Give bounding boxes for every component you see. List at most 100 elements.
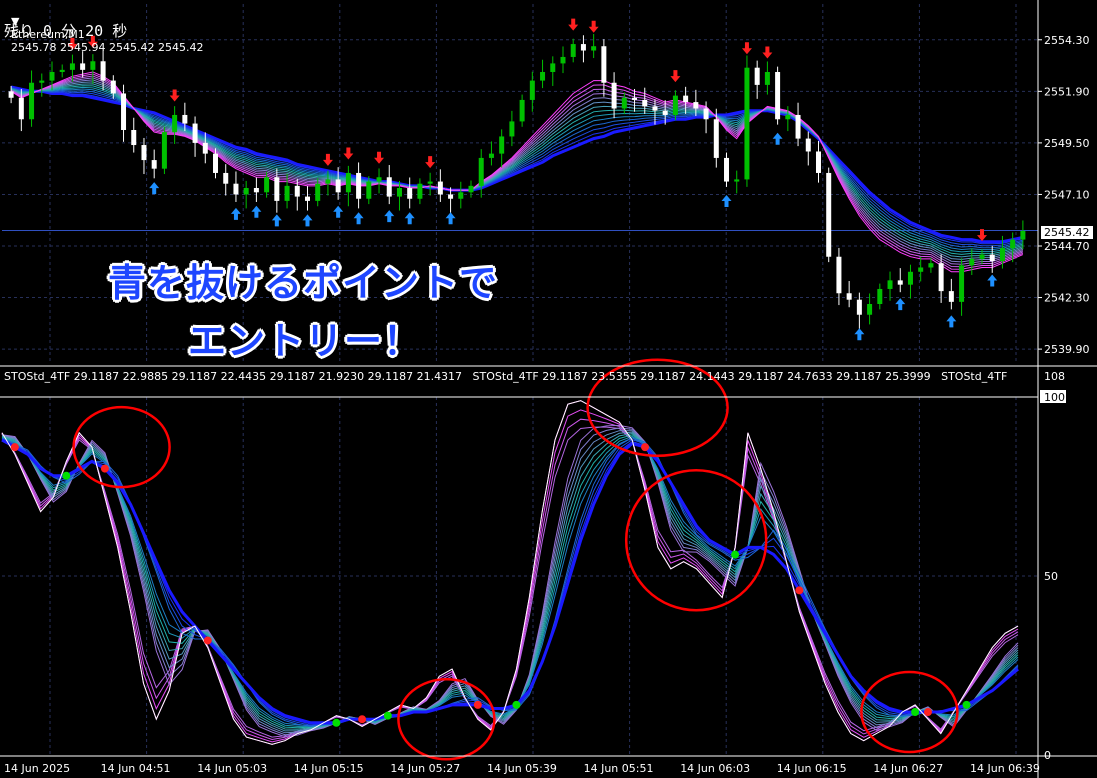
current-price-tag: 2545.42 xyxy=(1041,226,1093,239)
candle-body xyxy=(49,72,55,81)
sell-arrow-icon xyxy=(374,151,385,164)
sell-dot xyxy=(473,700,482,709)
sell-arrow-icon xyxy=(762,46,773,59)
candle-body xyxy=(1010,239,1016,249)
candle-body xyxy=(570,44,576,57)
buy-arrow-icon xyxy=(384,210,395,223)
candle-body xyxy=(100,61,106,81)
buy-dot xyxy=(383,711,392,720)
candle-body xyxy=(315,183,321,201)
candle-body xyxy=(938,263,944,292)
candle-body xyxy=(918,267,924,272)
price-tick-label: 2539.90 xyxy=(1044,343,1090,356)
price-ma-ribbon xyxy=(10,71,1024,273)
candle-body xyxy=(529,80,535,100)
candle-body xyxy=(161,132,167,169)
candle-body xyxy=(202,142,208,154)
candle-body xyxy=(662,110,668,115)
buy-arrow-icon xyxy=(251,205,262,218)
price-tick-label: 2544.70 xyxy=(1044,240,1090,253)
sell-dot xyxy=(641,443,650,452)
candle-body xyxy=(8,91,14,98)
annotation-line-1: 青を抜けるポイントで xyxy=(108,261,499,305)
candle-body xyxy=(550,63,556,72)
candle-body xyxy=(642,99,648,107)
buy-arrow-icon xyxy=(987,274,998,287)
candle-body xyxy=(499,136,505,154)
price-tick-label: 2547.10 xyxy=(1044,188,1090,201)
price-tick-label: 2549.50 xyxy=(1044,137,1090,150)
candle-body xyxy=(80,63,86,70)
sell-arrow-icon xyxy=(588,20,599,33)
candle-body xyxy=(621,97,627,109)
sell-dot xyxy=(100,464,109,473)
candle-body xyxy=(724,157,730,182)
buy-arrow-icon xyxy=(721,195,732,208)
bar-countdown: 残り 0 分 20 秒 xyxy=(4,22,128,40)
time-tick-label: 14 Jun 05:03 xyxy=(197,762,267,775)
candle-body xyxy=(601,46,607,83)
candle-body xyxy=(907,271,913,285)
chart-canvas[interactable]: 2554.30 2551.90 2549.50 2547.10 2544.70 2542.… xyxy=(0,0,1097,778)
candle-body xyxy=(243,188,249,195)
candle-body xyxy=(580,44,586,51)
candle-body xyxy=(172,114,178,133)
candle-body xyxy=(264,177,270,193)
buy-arrow-icon xyxy=(946,315,957,328)
candle-body xyxy=(223,172,229,184)
candle-body xyxy=(989,254,995,262)
candle-body xyxy=(396,188,402,197)
candle-body xyxy=(826,172,832,257)
candle-body xyxy=(693,102,699,109)
sell-dot xyxy=(795,586,804,595)
candle-body xyxy=(959,265,965,302)
time-tick-label: 14 Jun 2025 xyxy=(4,762,70,775)
time-tick-label: 14 Jun 05:27 xyxy=(390,762,460,775)
buy-dot xyxy=(62,471,71,480)
candle-body xyxy=(325,179,331,184)
candle-body xyxy=(785,114,791,120)
candle-body xyxy=(713,119,719,158)
candle-body xyxy=(805,138,811,152)
buy-arrow-icon xyxy=(772,132,783,145)
candle-body xyxy=(877,288,883,304)
buy-arrow-icon xyxy=(895,298,906,311)
buy-dot xyxy=(512,700,521,709)
candle-body xyxy=(846,293,852,300)
candle-body xyxy=(386,177,392,197)
candle-body xyxy=(39,80,45,83)
stochastic-line xyxy=(1,427,1019,736)
candle-body xyxy=(69,63,75,70)
candle-body xyxy=(110,80,116,94)
sell-arrow-icon xyxy=(343,147,354,160)
candle-body xyxy=(744,67,750,180)
sell-arrow-icon xyxy=(741,42,752,55)
time-tick-label: 14 Jun 06:39 xyxy=(970,762,1040,775)
sell-dot xyxy=(358,715,367,724)
candle-body xyxy=(121,93,127,130)
candle-body xyxy=(151,160,157,169)
candle-body xyxy=(509,121,515,137)
candle-body xyxy=(683,95,689,103)
candle-body xyxy=(448,194,454,199)
sell-arrow-icon xyxy=(670,70,681,83)
sell-dot xyxy=(923,708,932,717)
candle-body xyxy=(213,153,219,173)
buy-arrow-icon xyxy=(353,212,364,225)
buy-arrow-icon xyxy=(230,207,241,220)
candle-body xyxy=(468,185,474,193)
candle-body xyxy=(815,151,821,173)
candle-body xyxy=(795,114,801,139)
candle-body xyxy=(253,188,259,193)
candle-body xyxy=(672,95,678,115)
candle-body xyxy=(775,72,781,120)
candle-body xyxy=(478,157,484,186)
time-tick-label: 14 Jun 05:15 xyxy=(294,762,364,775)
buy-dot xyxy=(731,550,740,559)
candle-body xyxy=(856,299,862,315)
time-tick-label: 14 Jun 06:03 xyxy=(680,762,750,775)
candle-body xyxy=(560,56,566,64)
candle-body xyxy=(427,181,433,184)
candle-body xyxy=(437,181,443,195)
candle-body xyxy=(703,108,709,120)
